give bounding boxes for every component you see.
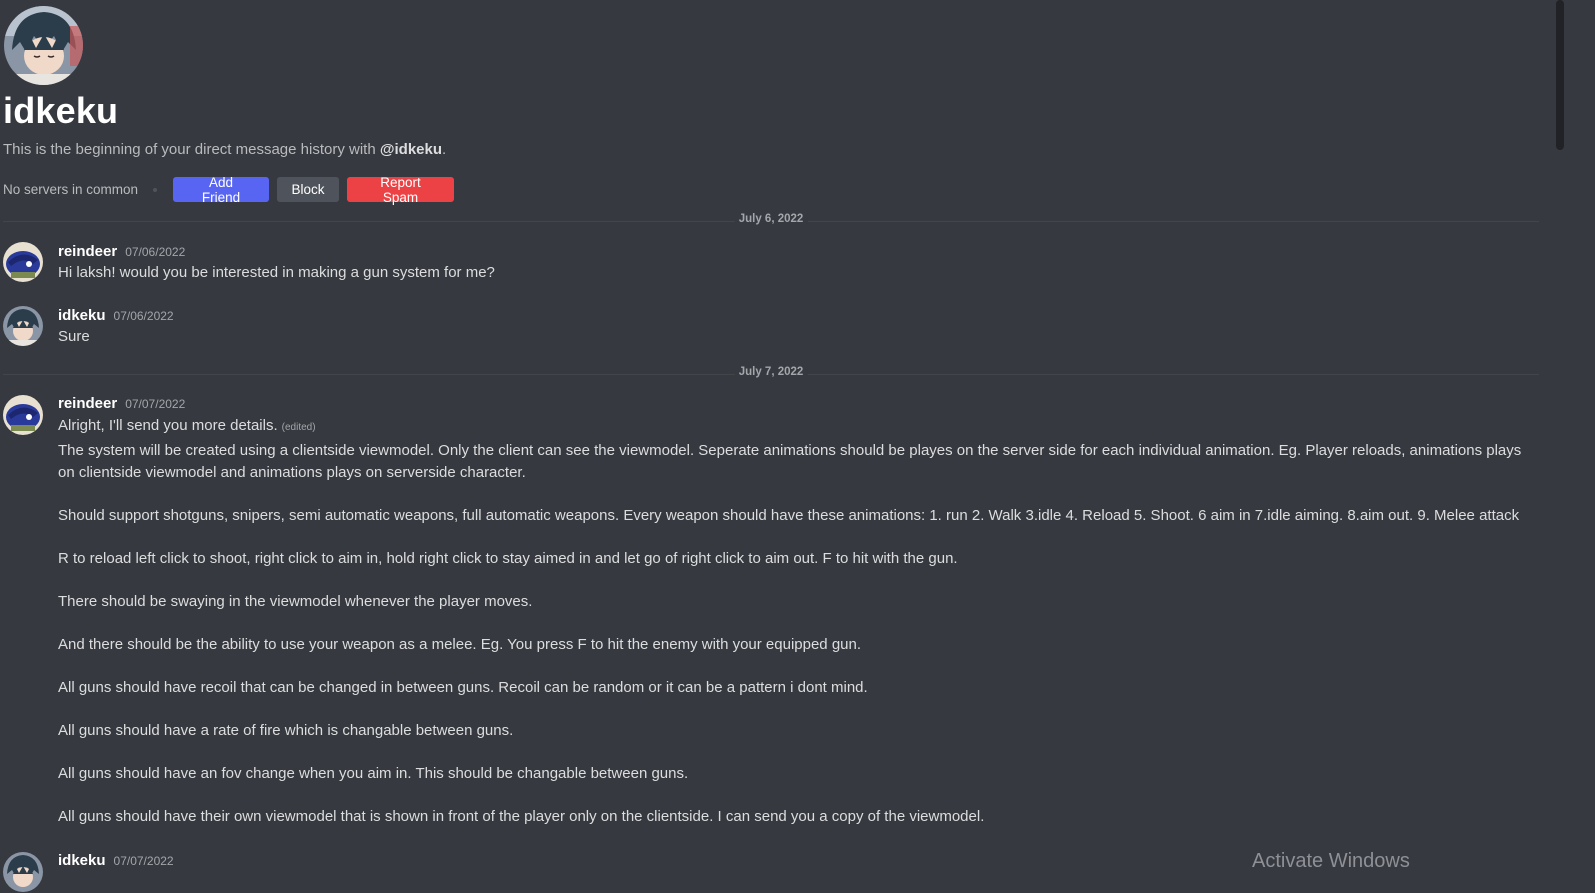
- message-author[interactable]: reindeer: [58, 243, 117, 260]
- add-friend-button[interactable]: Add Friend: [173, 175, 270, 205]
- message-content: Alright, I'll send you more details. (edi…: [58, 415, 316, 439]
- profile-name: idkeku: [3, 90, 119, 131]
- message-paragraph: All guns should have an fov change when …: [58, 765, 689, 782]
- message-text: Alright, I'll send you more details.: [58, 417, 278, 434]
- intro-handle: @idkeku: [379, 141, 443, 158]
- block-button[interactable]: Block: [277, 177, 340, 202]
- date-divider: July 6, 2022: [3, 213, 1539, 225]
- date-divider-label: July 7, 2022: [734, 366, 808, 378]
- date-divider-label: July 6, 2022: [734, 213, 808, 225]
- edited-label[interactable]: (edited): [282, 422, 316, 433]
- message-paragraph: There should be swaying in the viewmodel…: [58, 593, 533, 610]
- avatar[interactable]: [3, 242, 43, 282]
- message-timestamp[interactable]: 07/06/2022: [114, 309, 174, 323]
- message-author[interactable]: reindeer: [58, 395, 117, 412]
- message-header: idkeku 07/06/2022: [58, 307, 174, 324]
- message-paragraph: The system will be created using a clien…: [58, 442, 1522, 481]
- message-paragraph: Should support shotguns, snipers, semi a…: [58, 507, 1520, 524]
- avatar[interactable]: [3, 395, 43, 435]
- message-paragraph: And there should be the ability to use y…: [58, 636, 862, 653]
- message-paragraph: All guns should have recoil that can be …: [58, 679, 868, 696]
- intro-text: This is the beginning of your direct mes…: [3, 141, 446, 158]
- avatar[interactable]: [3, 852, 43, 892]
- message-author[interactable]: idkeku: [58, 852, 106, 869]
- intro-suffix: .: [442, 141, 447, 158]
- message-author[interactable]: idkeku: [58, 307, 106, 324]
- message-paragraph: All guns should have a rate of fire whic…: [58, 722, 514, 739]
- message-timestamp[interactable]: 07/07/2022: [125, 397, 185, 411]
- separator-dot: [153, 187, 158, 192]
- message-content: Hi laksh! would you be interested in mak…: [58, 264, 495, 281]
- intro-prefix: This is the beginning of your direct mes…: [3, 141, 380, 158]
- message-content: Sure: [58, 328, 90, 345]
- scrollbar-thumb[interactable]: [1556, 0, 1564, 150]
- message-content-long: The system will be created using a clien…: [58, 440, 1528, 849]
- message-timestamp[interactable]: 07/07/2022: [114, 854, 174, 868]
- avatar[interactable]: [3, 306, 43, 346]
- profile-actions-row: No servers in common Add Friend Block Re…: [3, 175, 455, 205]
- message-paragraph: R to reload left click to shoot, right c…: [58, 550, 958, 567]
- date-divider: July 7, 2022: [3, 366, 1539, 378]
- message-paragraph: All guns should have their own viewmodel…: [58, 808, 985, 825]
- message-timestamp[interactable]: 07/06/2022: [125, 245, 185, 259]
- message-header: reindeer 07/07/2022: [58, 395, 185, 412]
- message-header: reindeer 07/06/2022: [58, 243, 185, 260]
- profile-avatar[interactable]: [4, 6, 83, 85]
- mutual-servers-text[interactable]: No servers in common: [3, 182, 138, 197]
- message-header: idkeku 07/07/2022: [58, 852, 174, 869]
- report-spam-button[interactable]: Report Spam: [347, 175, 455, 205]
- activate-windows-watermark: Activate Windows: [1252, 850, 1410, 872]
- dm-channel: idkeku This is the beginning of your dir…: [0, 0, 1576, 893]
